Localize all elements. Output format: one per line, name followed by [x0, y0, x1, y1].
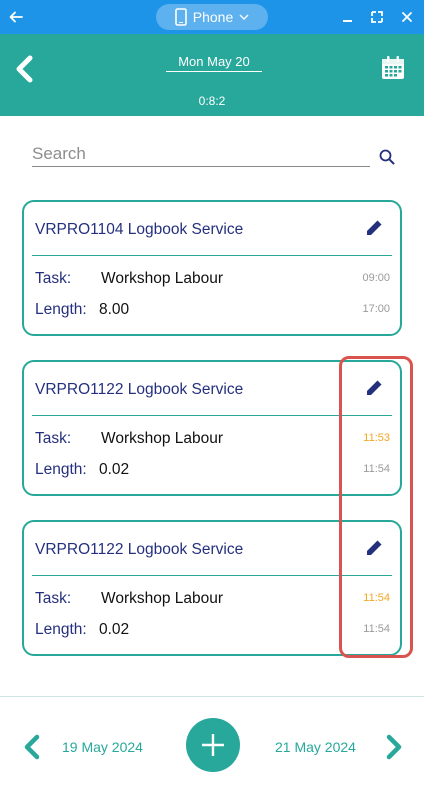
task-value: Workshop Labour: [101, 430, 224, 447]
device-selector[interactable]: Phone: [156, 4, 268, 30]
close-icon[interactable]: [398, 8, 416, 26]
length-value: 0.02: [99, 621, 130, 638]
length-label: Length:: [35, 461, 87, 478]
start-time: 09:00: [362, 272, 390, 284]
selected-date[interactable]: Mon May 20: [166, 54, 262, 72]
card-divider: [32, 415, 392, 416]
card-divider: [32, 255, 392, 256]
logbook-entry-card[interactable]: VRPRO1122 Logbook Service Task: Workshop…: [22, 520, 402, 656]
phone-icon: [174, 8, 187, 26]
maximize-icon[interactable]: [368, 8, 386, 26]
length-label: Length:: [35, 301, 87, 318]
previous-day-link[interactable]: 19 May 2024: [62, 739, 143, 755]
search-bar: [32, 142, 370, 168]
end-time: 11:54: [363, 463, 390, 475]
task-label: Task:: [35, 270, 72, 287]
length-label: Length:: [35, 621, 87, 638]
task-label: Task:: [35, 430, 72, 447]
window-titlebar: Phone: [0, 0, 424, 34]
minimize-icon[interactable]: [339, 8, 357, 26]
pencil-edit-icon[interactable]: [364, 378, 384, 398]
plus-icon: [202, 734, 224, 756]
search-input[interactable]: [32, 142, 370, 167]
next-day-link[interactable]: 21 May 2024: [275, 739, 356, 755]
logbook-entry-card[interactable]: VRPRO1122 Logbook Service Task: Workshop…: [22, 360, 402, 496]
elapsed-time: 0:8:2: [198, 94, 226, 108]
end-time: 17:00: [362, 303, 390, 315]
length-value: 8.00: [99, 301, 130, 318]
chevron-left-icon[interactable]: [22, 734, 42, 760]
entry-title: VRPRO1104 Logbook Service: [35, 221, 244, 238]
end-time: 11:54: [363, 623, 390, 635]
footer-divider: [0, 696, 424, 697]
length-value: 0.02: [99, 461, 130, 478]
pencil-edit-icon[interactable]: [364, 218, 384, 238]
device-label: Phone: [192, 9, 234, 25]
start-time: 11:54: [363, 592, 390, 604]
task-value: Workshop Labour: [101, 270, 224, 287]
pencil-edit-icon[interactable]: [364, 538, 384, 558]
chevron-right-icon[interactable]: [384, 734, 404, 760]
task-label: Task:: [35, 590, 72, 607]
add-entry-button[interactable]: [186, 718, 240, 772]
app-header: Mon May 20 0:8:2: [0, 34, 424, 116]
entry-title: VRPRO1122 Logbook Service: [35, 381, 244, 398]
logbook-entry-card[interactable]: VRPRO1104 Logbook Service Task: Workshop…: [22, 200, 402, 336]
entry-title: VRPRO1122 Logbook Service: [35, 541, 244, 558]
chevron-down-icon: [239, 14, 249, 20]
card-divider: [32, 575, 392, 576]
back-chevron-icon[interactable]: [12, 54, 36, 84]
start-time: 11:53: [363, 432, 390, 444]
task-value: Workshop Labour: [101, 590, 224, 607]
calendar-icon[interactable]: [379, 54, 407, 82]
arrow-left-icon[interactable]: [8, 9, 24, 25]
search-icon[interactable]: [378, 148, 396, 166]
